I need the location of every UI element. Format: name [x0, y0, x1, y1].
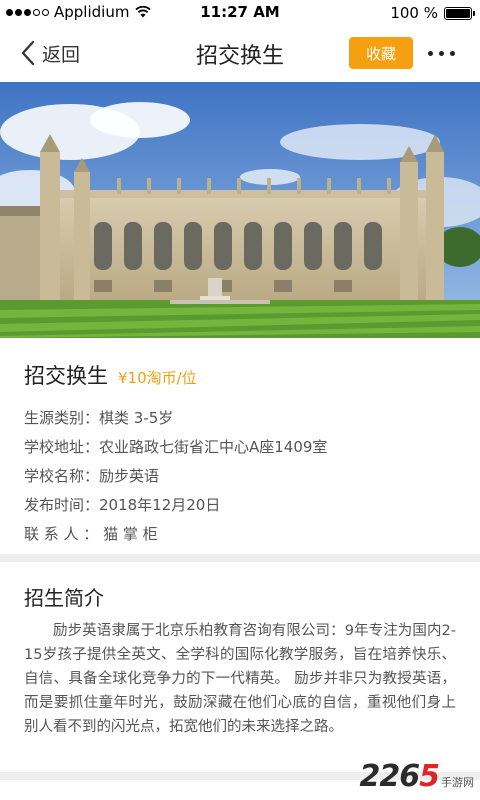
battery-percent: 100 %	[390, 4, 438, 22]
wifi-icon	[135, 6, 152, 18]
price-label: ¥10淘币/位	[118, 369, 197, 387]
watermark-digits-b: 6	[399, 759, 420, 794]
school-photo	[0, 82, 480, 338]
info-publish-date: 发布时间：2018年12月20日	[24, 496, 221, 514]
info-contact: 联 系 人 ： 猫 掌 柜	[24, 525, 158, 543]
watermark-digits-a: 22	[359, 759, 401, 794]
back-label: 返回	[42, 43, 81, 66]
watermark-text: 手游网	[441, 776, 474, 789]
intro-text: 励步英语隶属于北京乐柏教育咨询有限公司：9年专注为国内2-15岁孩子提供全英文、…	[24, 623, 456, 735]
signal-strength-icon	[6, 8, 49, 16]
listing-title: 招交换生	[24, 364, 108, 388]
section-divider	[0, 554, 480, 562]
enrollment-intro: 招生简介 励步英语隶属于北京乐柏教育咨询有限公司：9年专注为国内2-15岁孩子提…	[0, 566, 480, 739]
chevron-left-icon	[21, 40, 35, 66]
site-watermark-logo: 2265 手游网	[360, 759, 475, 794]
watermark-digits-c: 5	[419, 759, 440, 794]
intro-title: 招生简介	[24, 586, 104, 610]
carrier-name: Applidium	[54, 3, 130, 21]
info-category: 生源类别：棋类 3-5岁	[24, 409, 174, 427]
favorite-button[interactable]: 收藏	[349, 37, 413, 69]
info-school-name: 学校名称：励步英语	[24, 467, 160, 485]
back-button[interactable]: 返回	[18, 39, 80, 67]
battery-icon	[444, 6, 475, 20]
navigation-bar: 返回 招交换生 收藏	[0, 24, 480, 82]
listing-info: 招交换生 ¥10淘币/位 生源类别：棋类 3-5岁 学校地址：农业路政七街省汇中…	[0, 338, 480, 554]
info-address: 学校地址：农业路政七街省汇中心A座1409室	[24, 438, 328, 456]
more-options-icon[interactable]	[424, 46, 458, 60]
status-bar: Applidium 11:27 AM 100 %	[0, 0, 480, 24]
